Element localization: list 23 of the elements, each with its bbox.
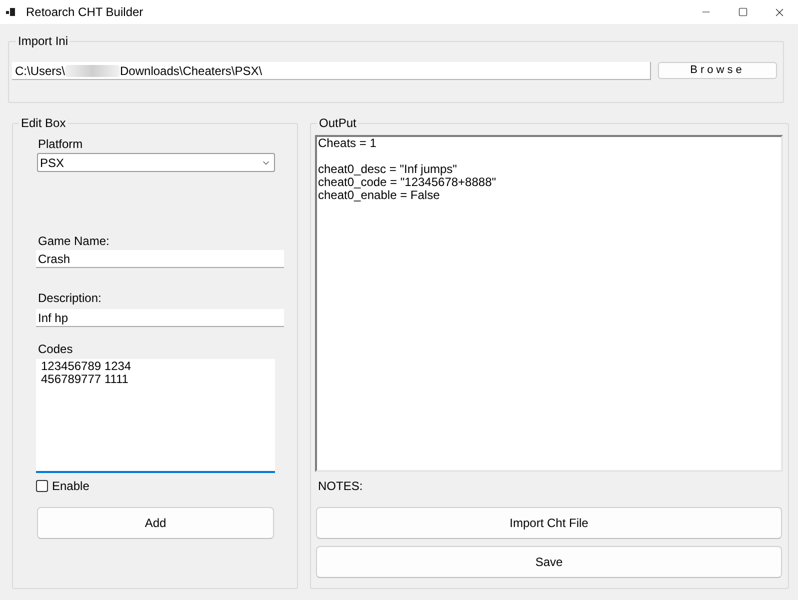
action-button[interactable]: Import Cht File (316, 507, 782, 539)
field-label: Description: (38, 291, 102, 305)
checkbox[interactable] (36, 480, 48, 492)
path-field[interactable]: C:\Users\ Downloads\Cheaters\PSX\ (12, 62, 651, 80)
text-field[interactable]: Crash (36, 250, 284, 268)
action-button[interactable]: Save (316, 546, 782, 578)
window-title: Retoarch CHT Builder (26, 5, 144, 19)
text-field[interactable]: Inf hp (36, 309, 284, 327)
app-icon (6, 8, 15, 16)
group-title: Import Ini (17, 34, 70, 48)
field-label: Platform (38, 137, 83, 151)
group-title: OutPut (318, 116, 358, 130)
field-label: Game Name: (38, 234, 110, 248)
group-title: Edit Box (20, 116, 67, 130)
text-area[interactable]: 123456789 1234 456789777 1111 (36, 359, 275, 473)
add-button[interactable]: Add (37, 507, 274, 539)
output-text-area[interactable]: Cheats = 1 cheat0_desc = "Inf jumps" cheat0_code = "12345678+8888" cheat0_enable = False (315, 135, 783, 472)
browse-button[interactable]: Browse (658, 62, 777, 79)
field-label: Codes (38, 342, 73, 356)
maximize-icon (738, 7, 748, 17)
checkbox-label[interactable]: Enable (52, 479, 90, 493)
notes-label: NOTES: (318, 479, 363, 493)
dropdown[interactable]: PSX (37, 153, 275, 172)
